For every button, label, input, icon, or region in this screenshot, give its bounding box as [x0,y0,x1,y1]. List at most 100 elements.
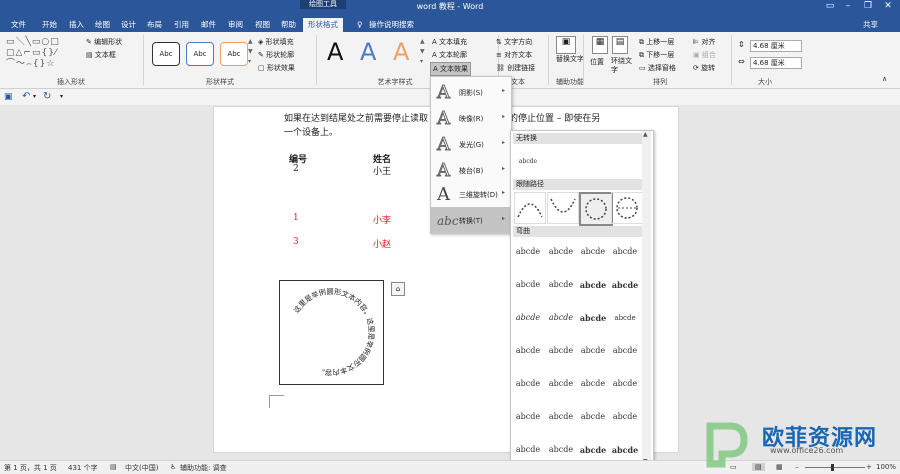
shape-effects-button[interactable]: ▢ 形状效果 [258,63,295,73]
tab-design[interactable]: 设计 [116,18,141,32]
tab-insert[interactable]: 插入 [64,18,89,32]
selection-pane-button[interactable]: ▭ 选择窗格 [639,63,676,73]
warp-inflate-bottom[interactable]: abcde [578,404,608,430]
warp-curve-up[interactable]: abcde [513,338,543,364]
minimize-icon[interactable]: – [838,0,858,14]
tab-home[interactable]: 开始 [37,18,62,32]
shape-style-1[interactable]: Abc [152,42,180,66]
shape-fill-button[interactable]: ◈ 形状填充 [258,37,294,47]
shape-style-2[interactable]: Abc [186,42,214,66]
position-button[interactable]: 位置 [590,57,604,67]
zoom-slider-thumb[interactable] [831,464,834,471]
wrap-text-button[interactable]: 环绕文字 [611,57,637,75]
width-input[interactable]: 4.68 厘米 [750,57,802,69]
warp-circle[interactable]: abcde [578,305,608,331]
menu-item-glow[interactable]: A 发光(G) ▸ [431,131,511,157]
wordart-scroll-icon[interactable]: ▲ ▼ ▾ [420,37,425,67]
ribbon-display-icon[interactable]: ▭ [820,0,840,14]
shape-outline-button[interactable]: ✎ 形状轮廓 [258,50,294,60]
redo-icon[interactable]: ↻ [43,91,51,102]
text-direction-button[interactable]: ⇅ 文字方向 [496,37,532,47]
menu-item-transform[interactable]: abc 转换(T) ▸ [431,207,511,233]
warp-wave-1[interactable]: abcde [513,371,543,397]
collapse-ribbon-icon[interactable]: ∧ [882,75,887,83]
path-arch-up[interactable] [514,192,546,224]
menu-item-bevel[interactable]: A 棱台(B) ▸ [431,157,511,183]
group-button[interactable]: ▣ 组合 [693,50,716,60]
warp-curve-down[interactable]: abcde [546,338,576,364]
warp-inflate[interactable]: abcde [513,404,543,430]
tab-mailings[interactable]: 邮件 [196,18,221,32]
warp-can-down[interactable]: abcde [610,338,640,364]
web-layout-icon[interactable]: ▦ [776,463,783,471]
tab-help[interactable]: 帮助 [276,18,301,32]
tab-view[interactable]: 视图 [250,18,275,32]
text-box-button[interactable]: ▤ 文本框 [86,50,116,60]
proofing-icon[interactable]: ▤ [110,463,117,471]
customize-qat-icon[interactable]: ▾ [60,93,63,100]
alt-text-button[interactable]: 替换文字 [556,55,584,64]
shapes-gallery[interactable]: ▭＼╲▭○□ ▢△⌐▭{}⁄ ⌒～⌢{}☆ [6,37,81,73]
zoom-level[interactable]: 100% [876,463,896,471]
tab-references[interactable]: 引用 [169,18,194,32]
warp-stop[interactable]: abcde [546,239,576,265]
wordart-style-blue[interactable]: A [360,38,376,66]
align-button[interactable]: ⊫ 对齐 [693,37,715,47]
menu-item-shadow[interactable]: A 阴影(S) ▸ [431,79,511,105]
save-icon[interactable]: ▣ [4,92,13,102]
warp-can-up[interactable]: abcde [578,338,608,364]
text-outline-button[interactable]: A 文本轮廓 [432,50,467,60]
warp-chevron-down[interactable]: abcde [546,272,576,298]
menu-item-reflection[interactable]: A 映像(R) ▸ [431,105,511,131]
warp-button[interactable]: abcde [610,305,640,331]
word-count[interactable]: 431 个字 [68,463,98,473]
send-backward-button[interactable]: ⧉ 下移一层 [639,50,674,60]
path-arch-down[interactable] [547,192,579,224]
tab-review[interactable]: 审阅 [223,18,248,32]
page-count[interactable]: 第 1 页，共 1 页 [4,463,57,473]
warp-deflate[interactable]: abcde [546,404,576,430]
gallery-scrollbar[interactable]: ▲ ▼ [642,131,651,467]
accessibility-status[interactable]: 辅助功能: 调查 [180,463,227,473]
restore-icon[interactable]: ❐ [858,0,878,14]
menu-item-3d-rotation[interactable]: A 三维旋转(D) ▸ [431,181,511,207]
zoom-in-icon[interactable]: + [866,463,872,471]
bring-forward-button[interactable]: ⧉ 上移一层 [639,37,674,47]
path-circle[interactable] [579,192,613,226]
shape-style-scroll-icon[interactable]: ▲ ▼ ▾ [248,37,253,67]
warp-chevron-up[interactable]: abcde [513,272,543,298]
text-effects-button[interactable]: A 文本效果 [430,62,472,76]
wordart-style-black[interactable]: A [327,38,343,66]
share-button[interactable]: 共享 [858,18,883,32]
warp-ring-outside[interactable]: abcde [610,272,640,298]
close-icon[interactable]: ✕ [878,0,898,14]
print-layout-icon[interactable]: ▤ [752,463,765,471]
scroll-up-icon[interactable]: ▲ [643,131,648,138]
circle-text-box[interactable]: 这里是举例圆形文本内容。这里是举例圆形文本内容。 [279,280,384,385]
layout-options-icon[interactable]: ⌂ [391,282,405,296]
warp-triangle-up[interactable]: abcde [578,239,608,265]
zoom-slider[interactable] [805,467,865,468]
create-link-button[interactable]: ⛓ 创建链接 [496,63,535,73]
zoom-out-icon[interactable]: – [795,463,799,471]
tab-shape-format[interactable]: 形状格式 [303,18,343,32]
warp-arch-down[interactable]: abcde [546,305,576,331]
tab-file[interactable]: 文件 [6,18,31,32]
transform-none[interactable]: abcde [513,149,543,175]
warp-triangle-down[interactable]: abcde [610,239,640,265]
warp-wave-2[interactable]: abcde [546,371,576,397]
warp-ring-inside[interactable]: abcde [578,272,608,298]
edit-shape-button[interactable]: ✎ 编辑形状 [86,37,122,47]
warp-double-wave-1[interactable]: abcde [578,371,608,397]
tab-layout[interactable]: 布局 [142,18,167,32]
path-button[interactable] [611,192,643,224]
shape-style-3[interactable]: Abc [220,42,248,66]
warp-double-wave-2[interactable]: abcde [610,371,640,397]
undo-icon[interactable]: ↶ [22,91,30,102]
warp-plain[interactable]: abcde [513,239,543,265]
warp-arch-up[interactable]: abcde [513,305,543,331]
search-hint[interactable]: 操作说明搜索 [364,18,419,32]
undo-dropdown-icon[interactable]: ▾ [33,93,36,100]
wordart-style-orange[interactable]: A [393,38,409,66]
text-fill-button[interactable]: A 文本填充 [432,37,467,47]
